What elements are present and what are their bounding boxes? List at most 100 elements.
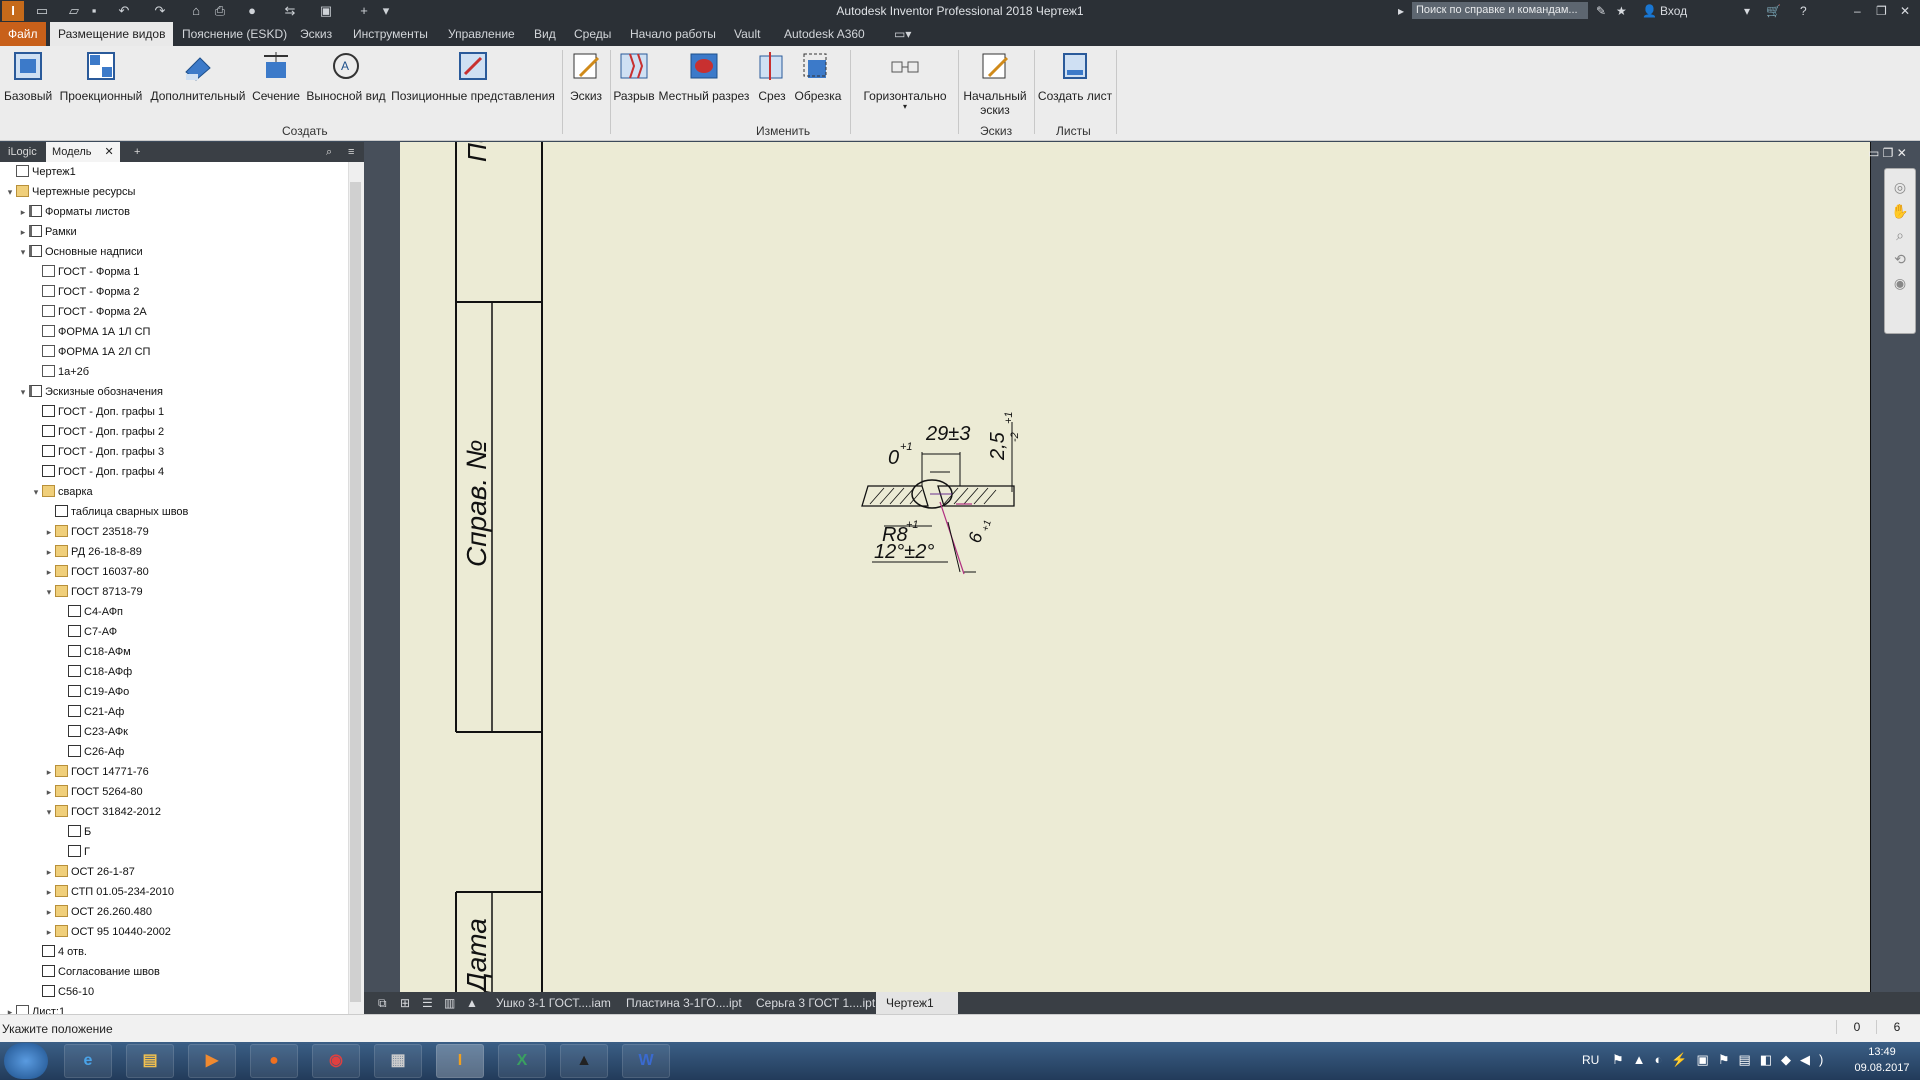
doc-tab-ushko[interactable]: Ушко 3-1 ГОСТ....iam [486,992,621,1014]
tree-node[interactable]: С4-АФп [56,602,123,622]
tree-node[interactable]: С18-АФф [56,662,132,682]
expand-toggle-icon[interactable]: ▾ [4,182,16,202]
tree-node[interactable]: ▸ СТП 01.05-234-2010 [43,882,174,902]
browser-tab-model[interactable]: Модель ✕ [46,142,120,162]
explorer-icon[interactable]: ▤ [126,1044,174,1078]
tab-get-started[interactable]: Начало работы [622,22,724,46]
tree-node[interactable]: С56-10 [30,982,94,1002]
dimension-angle[interactable]: 12°±2° [874,541,934,563]
tree-node[interactable]: ▸ ГОСТ 23518-79 [43,522,149,542]
view-restore-icon[interactable]: ▭ ❐ ✕ [1868,146,1907,160]
tab-overflow-icon[interactable]: ▭▾ [886,22,919,46]
dimension-2-5[interactable]: 2,5 [987,431,1009,461]
look-at-icon[interactable]: ◉ [1885,271,1915,295]
tree-node[interactable]: ▾ Основные надписи [17,242,143,262]
tree-node[interactable]: Б [56,822,91,842]
tree-node[interactable]: ▾ ГОСТ 31842-2012 [43,802,161,822]
breakout-button[interactable]: Местный разрез [658,50,750,103]
tree-node[interactable]: ▸ Лист:1 [4,1002,65,1014]
new-sheet-button[interactable]: Создать лист [1036,50,1114,103]
section-view-button[interactable]: Сечение [252,50,300,103]
dimension-0[interactable]: 0 [888,447,899,469]
tab-file[interactable]: Файл [0,22,46,46]
tree-node[interactable]: ▾ Эскизные обозначения [17,382,163,402]
search-binoculars-icon[interactable]: ✎ [1596,3,1606,19]
expand-toggle-icon[interactable]: ▾ [43,582,55,602]
tree-node[interactable]: ▾ Чертежные ресурсы [4,182,135,202]
clock-date[interactable]: 09.08.2017 [1848,1062,1916,1074]
tree-node[interactable]: ▾ ГОСТ 8713-79 [43,582,143,602]
expand-toggle-icon[interactable]: ▸ [4,1002,16,1014]
restore-icon[interactable]: ❐ [1876,3,1887,19]
tree-node[interactable]: ГОСТ - Форма 2А [30,302,147,322]
expand-toggle-icon[interactable]: ▸ [43,862,55,882]
expand-toggle-icon[interactable]: ▾ [17,382,29,402]
tree-node[interactable]: ГОСТ - Форма 2 [30,282,139,302]
close-tab-icon[interactable]: ✕ [105,146,114,158]
tree-node[interactable]: ▸ ОСТ 26.260.480 [43,902,152,922]
cart-icon[interactable]: 🛒 [1766,3,1781,19]
expand-toggle-icon[interactable]: ▾ [43,802,55,822]
expand-toggle-icon[interactable]: ▸ [43,762,55,782]
tree-node[interactable]: ▸ ГОСТ 5264-80 [43,782,143,802]
steering-wheel-icon[interactable]: ◎ [1885,175,1915,199]
help-search-input[interactable]: Поиск по справке и командам... [1412,2,1588,19]
tree-node[interactable]: ▸ ОСТ 26-1-87 [43,862,135,882]
detail-view-button[interactable]: A Выносной вид [304,50,388,103]
tree-node[interactable]: ГОСТ - Доп. графы 1 [30,402,164,422]
tree-node[interactable]: Чертеж1 [4,162,76,182]
tree-node[interactable]: 1а+2б [30,362,89,382]
tab-place-views[interactable]: Размещение видов [50,22,174,46]
tree-node[interactable]: Согласование швов [30,962,160,982]
tree-node[interactable]: ▸ ГОСТ 14771-76 [43,762,149,782]
expand-toggle-icon[interactable]: ▸ [43,562,55,582]
expand-arrow-icon[interactable]: ▸ [1398,3,1404,19]
tree-node[interactable]: ГОСТ - Доп. графы 4 [30,462,164,482]
slice-button[interactable]: Срез [752,50,792,103]
chrome-icon[interactable]: ◉ [312,1044,360,1078]
tree-node[interactable]: ▾ сварка [30,482,93,502]
tab-a360[interactable]: Autodesk A360 [776,22,873,46]
tree-node[interactable]: Г [56,842,90,862]
add-browser-icon[interactable]: + [128,142,146,162]
inventor-icon[interactable]: I [436,1044,484,1078]
zoom-icon[interactable]: ⌕ [1885,223,1915,247]
media-player-icon[interactable]: ▶ [188,1044,236,1078]
browser-search-icon[interactable]: ⌕ [320,142,338,162]
hat-icon[interactable]: ▲ [560,1044,608,1078]
tab-list-icon[interactable]: ▲ [456,992,488,1014]
horizontal-dropdown-icon[interactable]: ▾ [858,103,952,111]
signin-dropdown-icon[interactable]: ▾ [1744,3,1750,19]
expand-toggle-icon[interactable]: ▸ [43,882,55,902]
tab-manage[interactable]: Управление [440,22,523,46]
expand-toggle-icon[interactable]: ▸ [17,222,29,242]
tree-node[interactable]: С23-АФк [56,722,128,742]
clock-time[interactable]: 13:49 [1848,1046,1916,1058]
expand-toggle-icon[interactable]: ▸ [43,922,55,942]
word-icon[interactable]: W [622,1044,670,1078]
tree-node[interactable]: ▸ ОСТ 95 10440-2002 [43,922,171,942]
favorites-star-icon[interactable]: ★ [1616,3,1627,19]
expand-toggle-icon[interactable]: ▸ [43,542,55,562]
tab-view[interactable]: Вид [526,22,564,46]
positional-reps-button[interactable]: Позиционные представления [390,50,556,103]
tree-node[interactable]: С26-Аф [56,742,124,762]
tab-environments[interactable]: Среды [566,22,619,46]
auxiliary-view-button[interactable]: Дополнительный [150,50,246,103]
tree-node[interactable]: ▸ РД 26-18-8-89 [43,542,142,562]
browser-scroll-thumb[interactable] [350,182,361,1002]
tree-node[interactable]: С19-АФо [56,682,129,702]
expand-toggle-icon[interactable]: ▾ [17,242,29,262]
orbit-icon[interactable]: ⟲ [1885,247,1915,271]
drawing-sheet[interactable]: Пе Справ. № Дата 29±3 0 +1 2,5 +1 -2 R8 … [400,142,1871,992]
tree-node[interactable]: С7-АФ [56,622,117,642]
tab-annotate-eskd[interactable]: Пояснение (ESKD) [174,22,295,46]
tree-node[interactable]: ФОРМА 1А 1Л СП [30,322,150,342]
tab-sketch[interactable]: Эскиз [292,22,340,46]
doc-tab-serga[interactable]: Серьга 3 ГОСТ 1....ipt [746,992,885,1014]
tree-node[interactable]: ФОРМА 1А 2Л СП [30,342,150,362]
tree-node[interactable]: С21-Аф [56,702,124,722]
tree-node[interactable]: ГОСТ - Форма 1 [30,262,139,282]
doc-tab-plastina[interactable]: Пластина 3-1ГО....ipt [616,992,752,1014]
expand-toggle-icon[interactable]: ▾ [30,482,42,502]
